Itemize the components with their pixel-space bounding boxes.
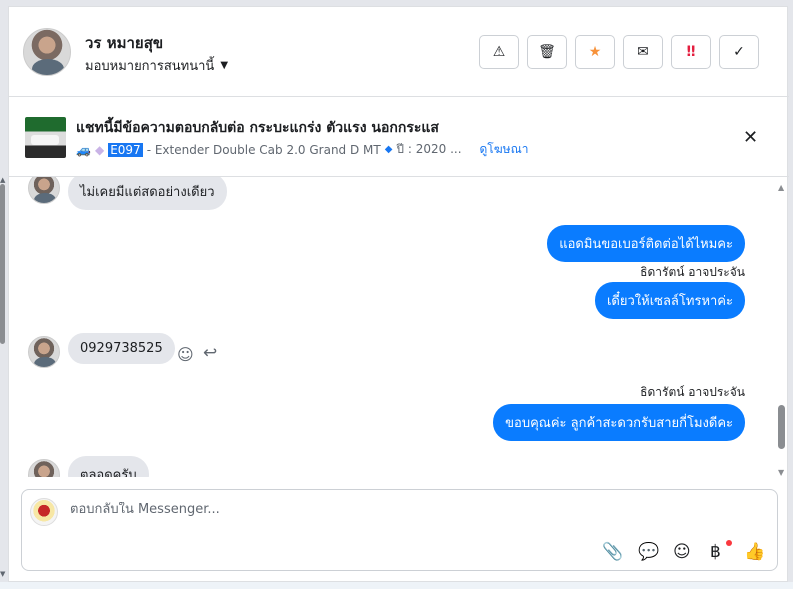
ad-reference-bar: แชทนี้มีข้อความตอบกลับต่อ กระบะแกร่ง ตัว… [9, 97, 789, 177]
trash-icon: 🗑 [538, 44, 556, 60]
scroll-down-icon[interactable]: ▼ [0, 570, 5, 578]
diamond-icon: ◆ [94, 142, 105, 157]
view-ad-link[interactable]: ดูโฆษณา [480, 140, 529, 159]
thumbs-up-icon[interactable]: 👍 [744, 542, 765, 562]
checkmark-icon: ✓ [733, 44, 745, 60]
reply-icon[interactable]: ↩ [203, 343, 217, 363]
outgoing-message: แอดมินขอเบอร์ติดต่อได้ไหมคะ [547, 225, 745, 262]
ad-year: ปี : 2020 ... [396, 142, 462, 156]
conversation-header: วร หมายสุข มอบหมายการสนทนานี้ ▼ ⚠ 🗑 ★ ✉ … [9, 7, 789, 97]
star-button[interactable]: ★ [575, 35, 615, 69]
saved-replies-icon[interactable]: 💬 [638, 542, 659, 562]
mark-spam-button[interactable]: ⚠ [479, 35, 519, 69]
envelope-icon: ✉ [637, 44, 649, 60]
outgoing-message: เดี๋ยวให้เซลล์โทรหาค่ะ [594, 282, 745, 319]
sender-name: ธิดารัตน์ อาจประจัน [640, 265, 745, 279]
ad-title: แชทนี้มีข้อความตอบกลับต่อ กระบะแกร่ง ตัว… [76, 120, 439, 136]
message-list: ไม่เคยมีแต่สดอย่างเดียว แอดมินขอเบอร์ติด… [9, 177, 779, 477]
incoming-message: ตลอดครับ [68, 456, 149, 477]
scroll-down-icon[interactable]: ▼ [778, 468, 784, 477]
star-icon: ★ [588, 44, 602, 60]
double-exclamation-icon: ‼ [686, 44, 696, 60]
truck-icon: 🚙 [76, 142, 91, 157]
outgoing-message: ขอบคุณค่ะ ลูกค้าสะดวกรับสายกี่โมงดีคะ [493, 404, 745, 441]
message-scrollbar-thumb[interactable] [778, 405, 785, 449]
baht-payment-icon[interactable]: ฿ [710, 542, 721, 562]
reply-composer: 📎 💬 ☺ ฿ 👍 [21, 489, 778, 571]
ad-thumbnail[interactable] [25, 117, 66, 158]
scroll-up-icon[interactable]: ▲ [0, 176, 5, 184]
notification-dot [726, 540, 732, 546]
page-avatar [30, 498, 58, 526]
avatar[interactable] [28, 177, 60, 204]
avatar[interactable] [28, 459, 60, 477]
follow-up-button[interactable]: ‼ [671, 35, 711, 69]
window-bottom-strip [0, 582, 793, 589]
incoming-message: 0929738525 [68, 333, 175, 364]
conversation-panel: วร หมายสุข มอบหมายการสนทนานี้ ▼ ⚠ 🗑 ★ ✉ … [8, 6, 789, 582]
caret-down-icon: ▼ [220, 60, 229, 71]
react-emoji-icon[interactable]: ☺ [177, 345, 194, 364]
paperclip-icon[interactable]: 📎 [602, 542, 623, 562]
mark-done-button[interactable]: ✓ [719, 35, 759, 69]
scroll-up-icon[interactable]: ▲ [778, 183, 784, 192]
page-scrollbar[interactable]: ▲ ▼ [0, 176, 6, 578]
ad-code: E097 [108, 142, 143, 157]
ad-subtitle: 🚙 ◆ E097 - Extender Double Cab 2.0 Grand… [76, 140, 528, 159]
diamond-separator-icon: ◆ [384, 144, 393, 155]
emoji-icon[interactable]: ☺ [673, 542, 691, 562]
warning-icon: ⚠ [492, 44, 506, 60]
avatar[interactable] [28, 336, 60, 368]
close-icon[interactable]: ✕ [743, 127, 758, 148]
assign-label: มอบหมายการสนทนานี้ [85, 59, 215, 74]
mark-unread-button[interactable]: ✉ [623, 35, 663, 69]
reply-input[interactable] [70, 502, 670, 517]
ad-detail: - Extender Double Cab 2.0 Grand D MT [146, 142, 381, 157]
sender-name: ธิดารัตน์ อาจประจัน [640, 385, 745, 399]
page-scrollbar-thumb[interactable] [0, 184, 5, 344]
message-scrollbar[interactable]: ▲ ▼ [775, 183, 787, 477]
incoming-message: ไม่เคยมีแต่สดอย่างเดียว [68, 177, 227, 210]
contact-name[interactable]: วร หมายสุข [85, 31, 163, 55]
contact-avatar[interactable] [23, 28, 71, 76]
assign-conversation-dropdown[interactable]: มอบหมายการสนทนานี้ ▼ [85, 55, 228, 76]
delete-button[interactable]: 🗑 [527, 35, 567, 69]
